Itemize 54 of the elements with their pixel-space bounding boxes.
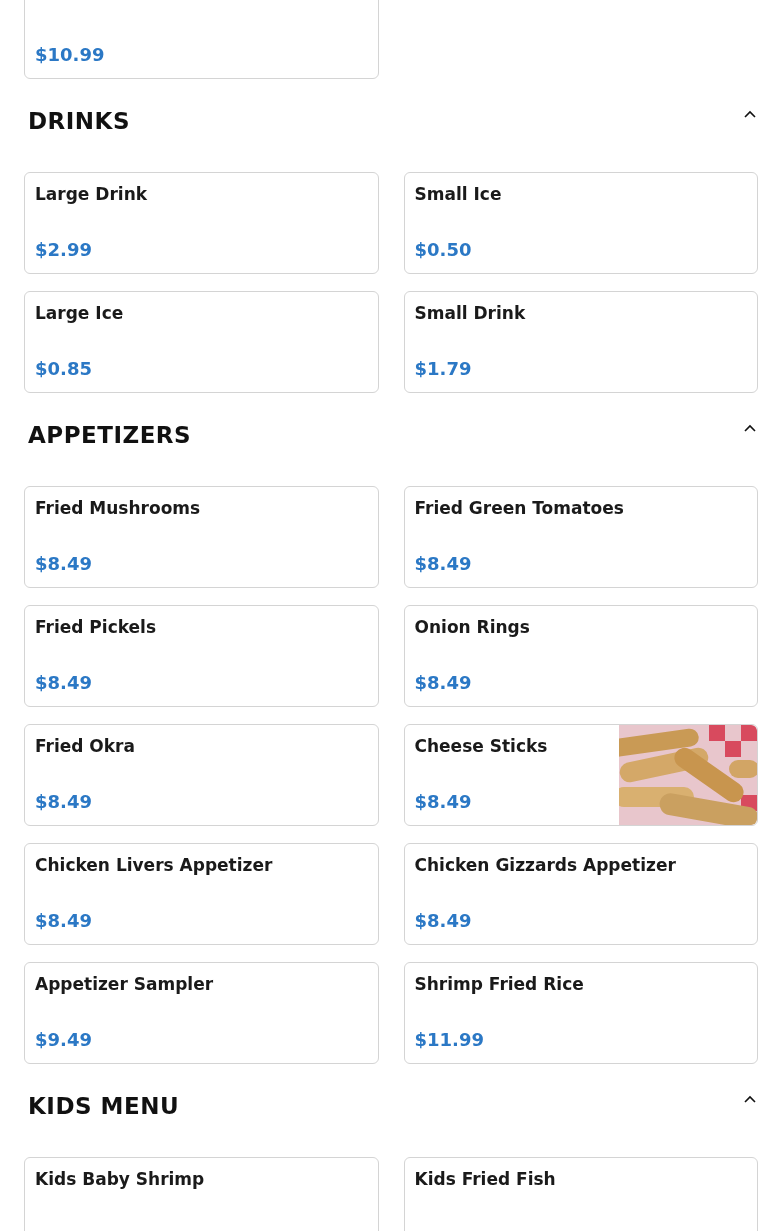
menu-item-card[interactable]: $10.99 [24,0,379,79]
menu-item-card[interactable]: Chicken Gizzards Appetizer $8.49 [403,843,758,945]
item-price: $11.99 [414,1028,485,1052]
menu-item-card[interactable]: Appetizer Sampler $9.49 [24,962,379,1064]
chevron-icon [743,423,757,433]
menu-item-card[interactable]: Fried Mushrooms $8.49 [24,486,379,588]
item-name: Chicken Livers Appetizer [35,854,274,877]
item-name: Onion Rings [414,616,531,639]
item-price: $0.50 [414,238,473,262]
section-title: KIDS MENU [28,1091,180,1121]
menu-item-card[interactable]: Chicken Livers Appetizer $8.49 [24,843,379,945]
item-price: $0.85 [35,357,93,381]
item-name: Cheese Sticks [414,735,549,758]
menu-item-card[interactable]: Small Ice $0.50 [403,172,758,274]
menu-item-card[interactable]: Cheese Sticks $8.49 [403,724,758,826]
menu-item-card[interactable]: Small Drink $1.79 [403,291,758,393]
item-name: Small Ice [414,183,503,206]
item-price: $10.99 [35,43,106,67]
menu-item-card[interactable]: Fried Green Tomatoes $8.49 [403,486,758,588]
section-title: APPETIZERS [28,420,192,450]
item-price: $8.49 [414,671,473,695]
chevron-icon [743,1094,757,1104]
menu-item-card[interactable]: Kids Baby Shrimp [24,1157,379,1231]
item-name: Fried Mushrooms [35,497,202,520]
menu-item-card[interactable]: Shrimp Fried Rice $11.99 [403,962,758,1064]
menu-item-card[interactable]: Onion Rings $8.49 [403,605,758,707]
item-name: Fried Green Tomatoes [414,497,625,520]
menu-item-card[interactable]: Large Ice $0.85 [24,291,379,393]
item-name: Fried Okra [35,735,136,758]
item-name: Shrimp Fried Rice [414,973,585,996]
item-price: $9.49 [35,1028,93,1052]
item-name: Chicken Gizzards Appetizer [414,854,677,877]
item-price: $8.49 [414,790,473,814]
item-price: $8.49 [414,909,473,933]
item-name: Kids Fried Fish [414,1168,557,1191]
item-name: Fried Pickels [35,616,158,639]
section-title: DRINKS [28,106,130,136]
item-price: $8.49 [414,552,473,576]
item-name: Kids Baby Shrimp [35,1168,206,1191]
menu-item-card[interactable]: Fried Okra $8.49 [24,724,379,826]
item-price: $2.99 [35,238,93,262]
item-name: Appetizer Sampler [35,973,215,996]
item-price: $8.49 [35,790,93,814]
menu-item-card[interactable]: Fried Pickels $8.49 [24,605,379,707]
item-price: $8.49 [35,552,93,576]
item-name: Small Drink [414,302,527,325]
item-name: Large Drink [35,183,149,206]
item-price: $8.49 [35,671,93,695]
menu-item-card[interactable]: Kids Fried Fish [403,1157,758,1231]
item-name: Large Ice [35,302,125,325]
item-price: $1.79 [414,357,473,381]
chevron-icon [743,109,757,119]
item-price: $8.49 [35,909,93,933]
menu-item-card[interactable]: Large Drink $2.99 [24,172,379,274]
